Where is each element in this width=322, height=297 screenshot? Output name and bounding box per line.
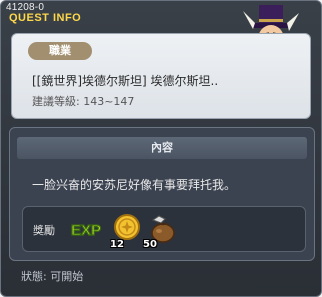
recommended-level: 建議等級: 143~147 (32, 95, 135, 108)
reward-count: 50 (143, 239, 157, 250)
job-name: [[鏡世界]埃德尔斯坦] 埃德尔斯坦.. (32, 74, 219, 88)
quest-info-window: 41208-0 QUEST INFO 職業 [[鏡世界]埃德尔斯坦] 埃德尔斯坦… (0, 0, 322, 297)
content-panel: 內容 一脸兴奋的安苏尼好像有事要拜托我。 獎勵 EXP 12 50 (9, 127, 315, 261)
job-panel: 職業 [[鏡世界]埃德尔斯坦] 埃德尔斯坦.. 建議等級: 143~147 (11, 33, 311, 119)
reward-count: 12 (110, 239, 124, 250)
reward-box: 獎勵 EXP 12 50 (22, 206, 306, 252)
reward-item-sack[interactable]: 50 (143, 212, 177, 250)
exp-label: EXP (71, 222, 101, 239)
exp-icon[interactable]: EXP (69, 215, 105, 243)
content-header: 內容 (17, 137, 307, 159)
quest-description: 一脸兴奋的安苏尼好像有事要拜托我。 (32, 178, 237, 192)
reward-item-coin[interactable]: 12 (110, 212, 143, 250)
window-title: QUEST INFO (9, 12, 82, 24)
job-badge: 職業 (28, 42, 92, 60)
quest-status: 狀態: 可開始 (21, 270, 84, 283)
reward-label: 獎勵 (33, 224, 55, 237)
